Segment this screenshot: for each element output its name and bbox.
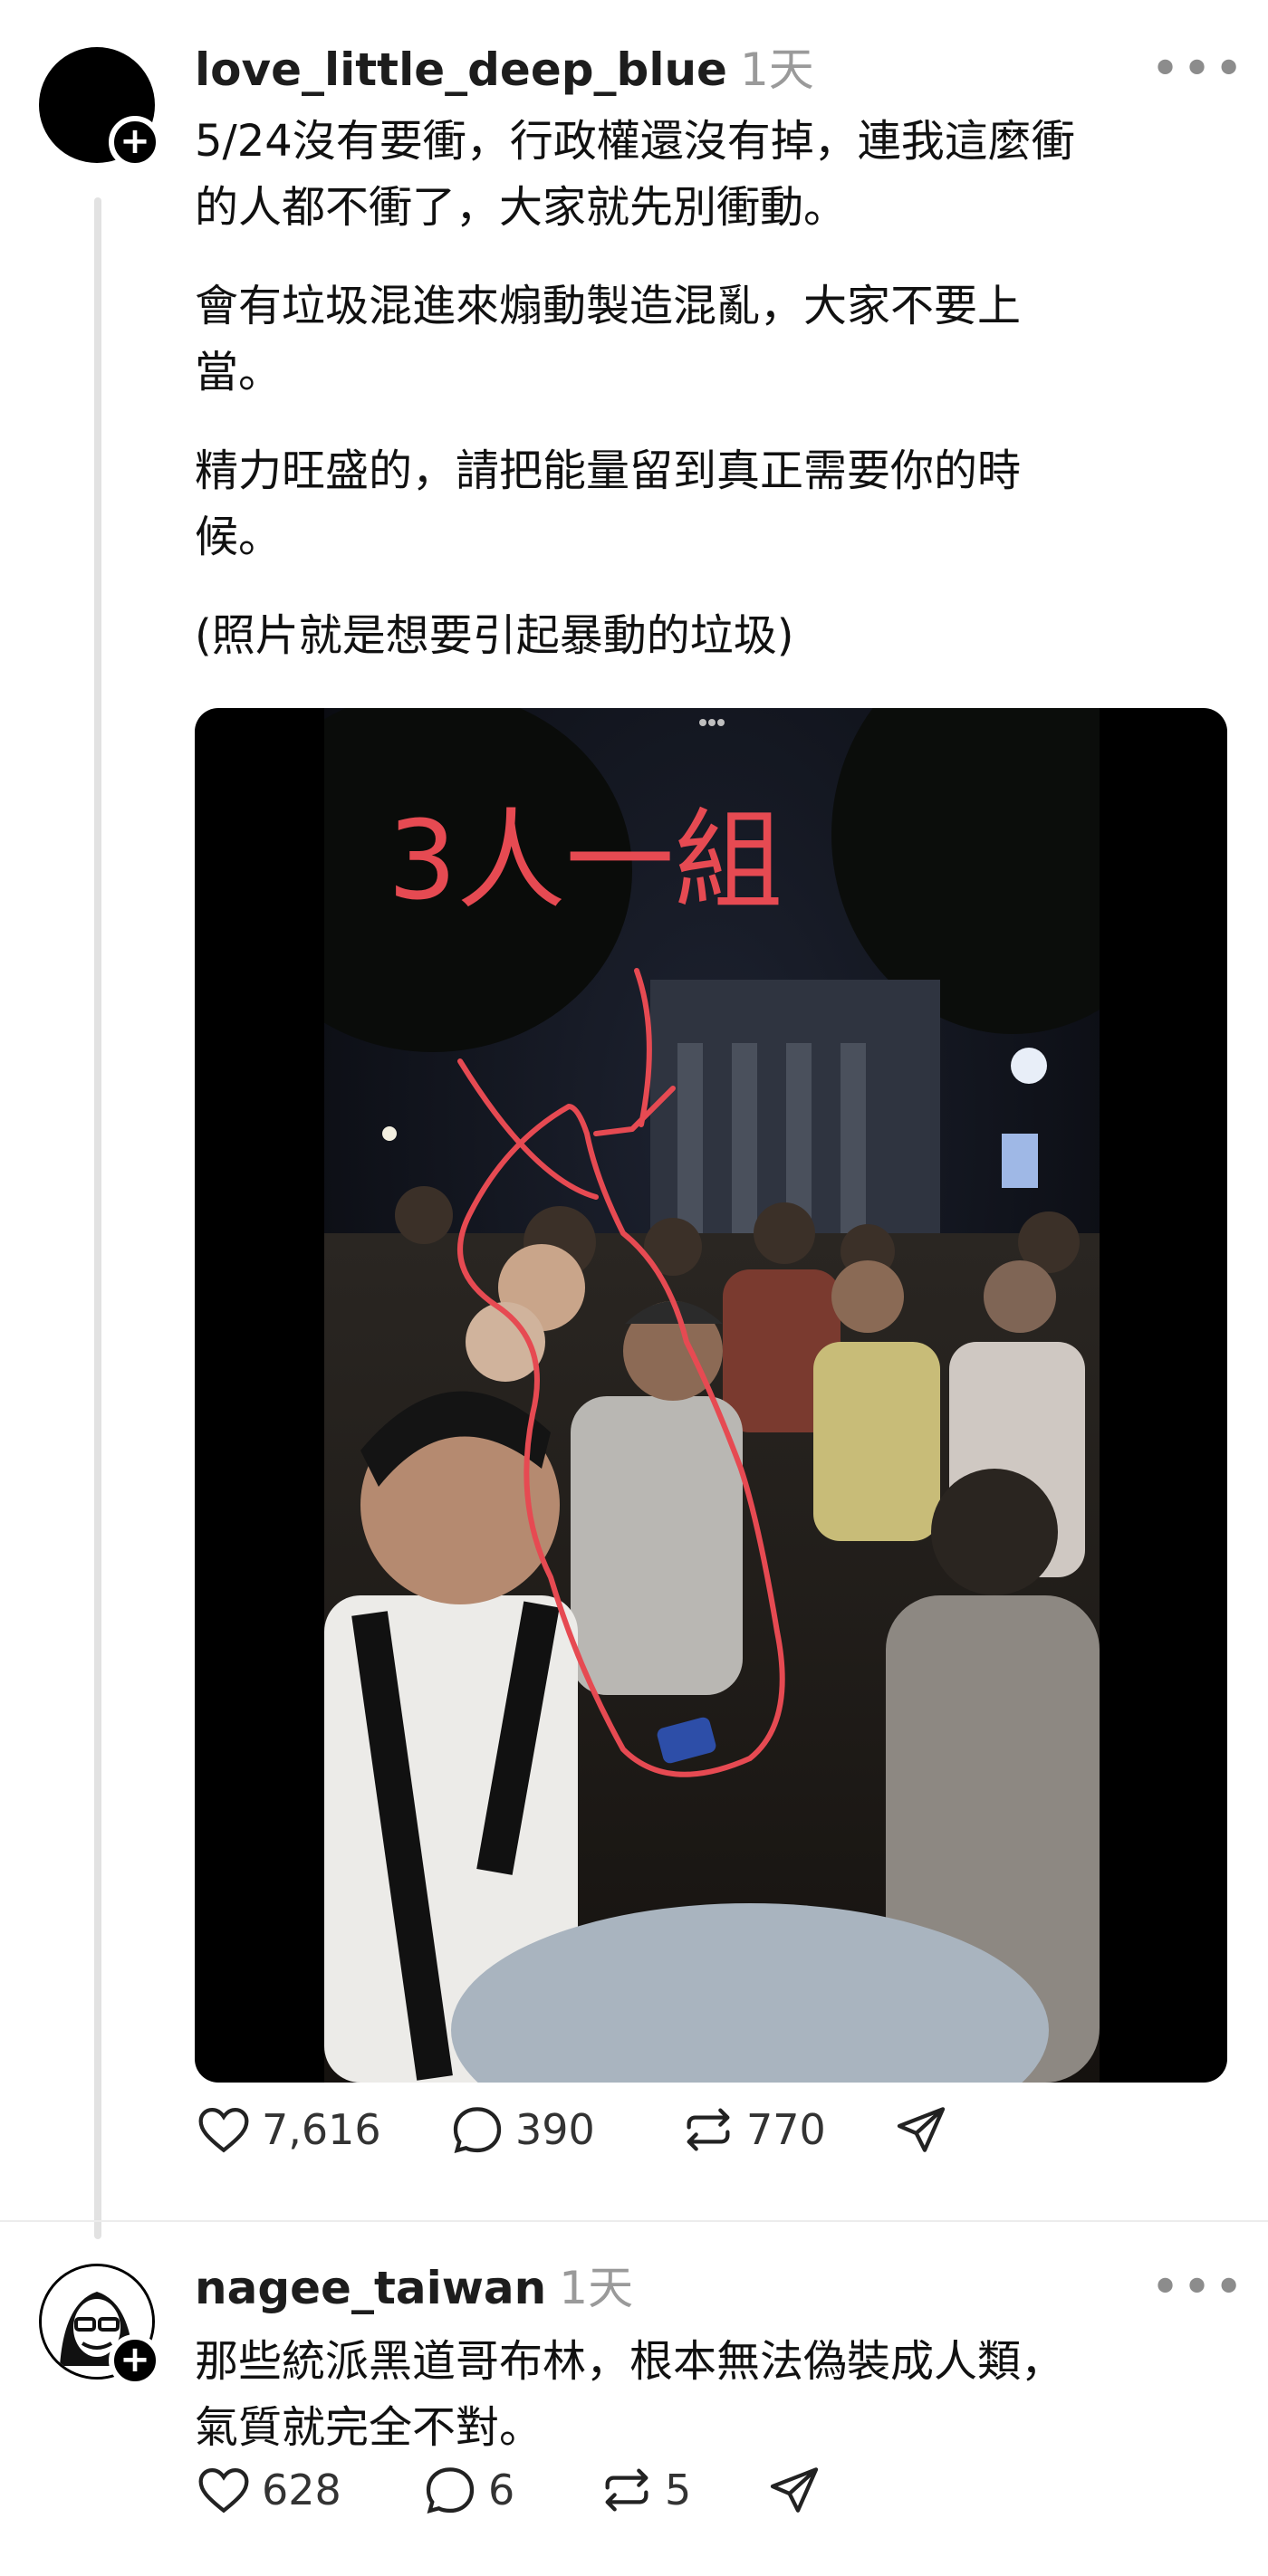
send-icon — [770, 2467, 819, 2513]
repost-count: 770 — [746, 2105, 826, 2154]
like-button[interactable]: 7,616 — [195, 2101, 381, 2159]
share-button[interactable] — [765, 2461, 832, 2519]
post-image[interactable]: 3人一組 — [195, 708, 1227, 2083]
follow-plus-icon[interactable]: + — [109, 116, 161, 168]
repost-icon — [687, 2108, 730, 2151]
like-count: 628 — [262, 2466, 341, 2514]
post-header: nagee_taiwan 1天 — [195, 2256, 633, 2331]
comment-icon — [453, 2107, 502, 2153]
photo-illustration: 3人一組 — [324, 708, 1100, 2083]
post-body: 5/24沒有要衝，行政權還沒有掉，連我這麼衝 的人都不衝了，大家就先別衝動。 會… — [195, 109, 1245, 702]
heart-icon — [198, 2467, 249, 2514]
repost-button[interactable]: 770 — [679, 2101, 826, 2159]
username[interactable]: nagee_taiwan — [195, 2262, 546, 2314]
reply-button[interactable]: 390 — [448, 2101, 595, 2159]
timestamp: 1天 — [739, 43, 814, 96]
reply-count: 6 — [488, 2466, 515, 2514]
post-paragraph: (照片就是想要引起暴動的垃圾) — [195, 610, 794, 661]
post-header: love_little_deep_blue 1天 — [195, 38, 814, 112]
timestamp: 1天 — [559, 2262, 634, 2314]
post-paragraph: 會有垃圾混進來煽動製造混亂，大家不要上 當。 — [195, 281, 1022, 397]
username[interactable]: love_little_deep_blue — [195, 43, 727, 96]
more-options-icon[interactable]: ••• — [1150, 2263, 1245, 2313]
more-options-icon[interactable]: ••• — [1150, 44, 1245, 95]
post-paragraph: 那些統派黑道哥布林，根本無法偽裝成人類， 氣質就完全不對。 — [195, 2336, 1065, 2453]
crowd-photo: 3人一組 — [324, 708, 1100, 2083]
like-count: 7,616 — [262, 2105, 381, 2154]
post-paragraph: 精力旺盛的，請把能量留到真正需要你的時 候。 — [195, 445, 1022, 562]
repost-count: 5 — [665, 2466, 692, 2514]
like-button[interactable]: 628 — [195, 2461, 341, 2519]
follow-plus-icon[interactable]: + — [109, 2334, 161, 2387]
repost-icon — [605, 2468, 648, 2512]
reply-button[interactable]: 6 — [421, 2461, 514, 2519]
share-button[interactable] — [892, 2101, 959, 2159]
heart-icon — [198, 2107, 249, 2153]
repost-button[interactable]: 5 — [598, 2461, 691, 2519]
post-body: 那些統派黑道哥布林，根本無法偽裝成人類， 氣質就完全不對。 — [195, 2329, 1245, 2494]
post-paragraph: 5/24沒有要衝，行政權還沒有掉，連我這麼衝 的人都不衝了，大家就先別衝動。 — [195, 116, 1075, 233]
divider — [0, 2220, 1268, 2222]
thread-line — [94, 197, 101, 2239]
send-icon — [897, 2107, 946, 2152]
image-annotation-text: 3人一組 — [388, 799, 783, 924]
comment-icon — [426, 2467, 475, 2514]
reply-count: 390 — [515, 2105, 595, 2154]
